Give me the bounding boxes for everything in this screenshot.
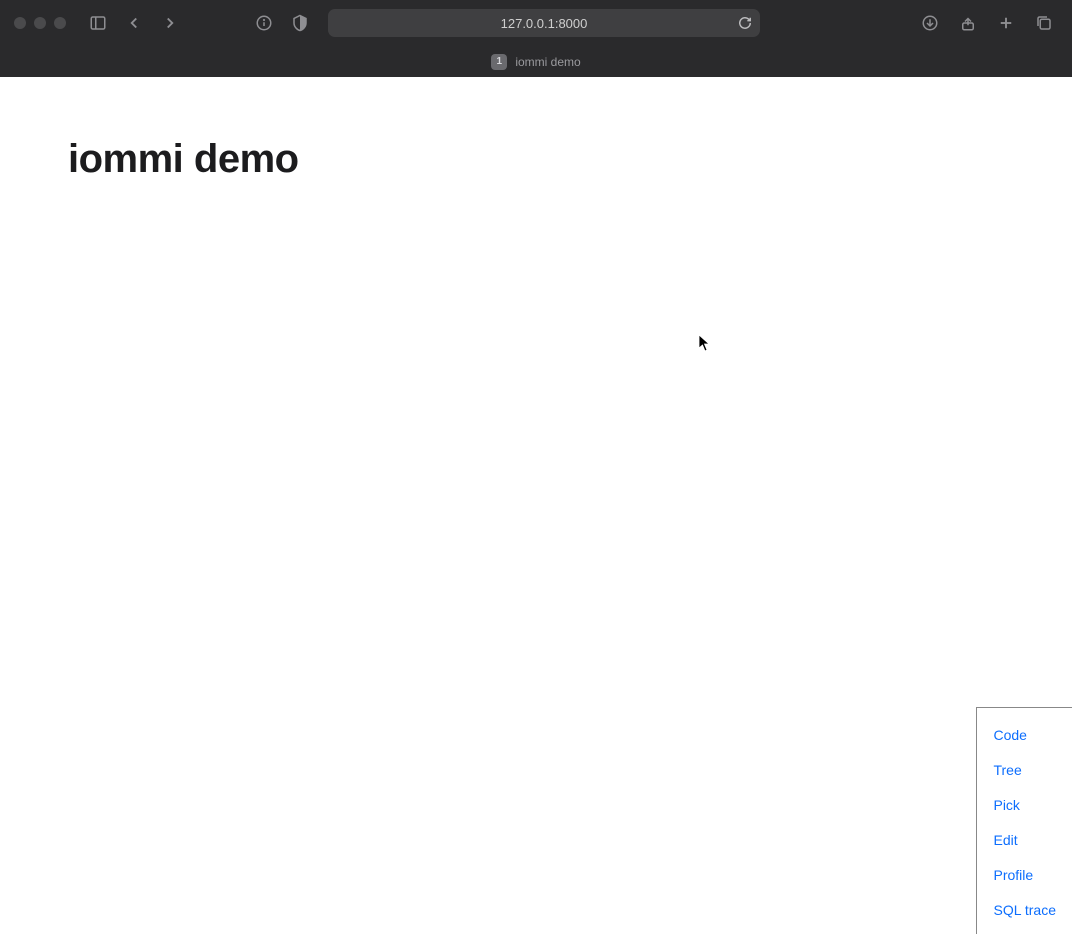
page-content: iommi demo — [0, 77, 1072, 242]
page-title: iommi demo — [68, 137, 1004, 182]
tab-badge: 1 — [491, 54, 507, 70]
cursor-icon — [698, 334, 712, 352]
maximize-window-button[interactable] — [54, 17, 66, 29]
share-icon[interactable] — [954, 9, 982, 37]
minimize-window-button[interactable] — [34, 17, 46, 29]
debug-link-tree[interactable]: Tree — [993, 753, 1056, 788]
debug-link-edit[interactable]: Edit — [993, 823, 1056, 858]
debug-link-sqltrace[interactable]: SQL trace — [993, 893, 1056, 928]
browser-chrome: 127.0.0.1:8000 — [0, 0, 1072, 77]
address-bar[interactable]: 127.0.0.1:8000 — [328, 9, 760, 37]
tab-title: iommi demo — [515, 55, 580, 69]
debug-panel: Code Tree Pick Edit Profile SQL trace — [976, 707, 1072, 934]
debug-link-pick[interactable]: Pick — [993, 788, 1056, 823]
browser-tab[interactable]: 1 iommi demo — [481, 52, 590, 72]
forward-button[interactable] — [156, 9, 184, 37]
reload-icon[interactable] — [738, 16, 752, 30]
site-info-icon[interactable] — [250, 9, 278, 37]
debug-link-profile[interactable]: Profile — [993, 858, 1056, 893]
back-button[interactable] — [120, 9, 148, 37]
browser-toolbar: 127.0.0.1:8000 — [0, 0, 1072, 46]
debug-link-code[interactable]: Code — [993, 718, 1056, 753]
tabs-overview-icon[interactable] — [1030, 9, 1058, 37]
new-tab-icon[interactable] — [992, 9, 1020, 37]
privacy-shield-icon[interactable] — [286, 9, 314, 37]
close-window-button[interactable] — [14, 17, 26, 29]
address-text: 127.0.0.1:8000 — [501, 16, 588, 31]
sidebar-toggle-icon[interactable] — [84, 9, 112, 37]
downloads-icon[interactable] — [916, 9, 944, 37]
tab-strip: 1 iommi demo — [0, 46, 1072, 77]
window-controls — [14, 17, 66, 29]
